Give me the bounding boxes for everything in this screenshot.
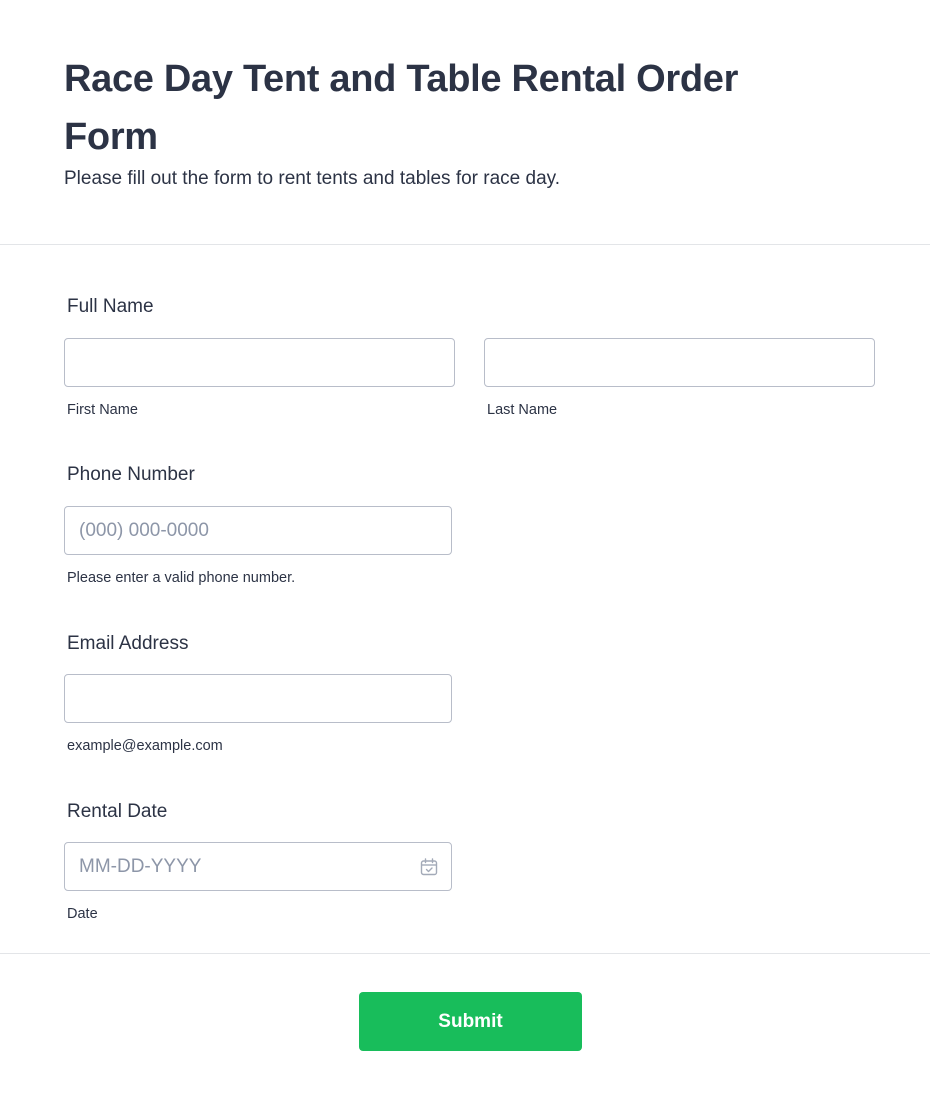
form-page: Race Day Tent and Table Rental Order For…	[0, 0, 930, 1101]
page-subtitle: Please fill out the form to rent tents a…	[64, 168, 561, 189]
full-name-label: Full Name	[67, 296, 154, 317]
submit-button[interactable]: Submit	[359, 992, 582, 1051]
phone-field-wrapper	[64, 506, 452, 555]
phone-input[interactable]	[65, 507, 451, 554]
last-name-input[interactable]	[485, 339, 874, 386]
page-title: Race Day Tent and Table Rental Order For…	[64, 58, 739, 158]
rental-date-input[interactable]	[65, 843, 451, 890]
email-label: Email Address	[67, 633, 189, 654]
form-header: Race Day Tent and Table Rental Order For…	[0, 0, 930, 245]
last-name-field-wrapper	[484, 338, 875, 387]
rental-date-label: Rental Date	[67, 801, 168, 822]
rental-date-field-wrapper	[64, 842, 452, 891]
last-name-sublabel: Last Name	[487, 402, 558, 418]
first-name-input[interactable]	[65, 339, 454, 386]
calendar-icon[interactable]	[420, 858, 438, 876]
phone-label: Phone Number	[67, 464, 195, 485]
email-sublabel: example@example.com	[67, 738, 223, 754]
email-field-wrapper	[64, 674, 452, 723]
phone-sublabel: Please enter a valid phone number.	[67, 570, 296, 586]
footer-divider	[0, 953, 930, 954]
rental-date-sublabel: Date	[67, 906, 98, 922]
first-name-field-wrapper	[64, 338, 455, 387]
first-name-sublabel: First Name	[67, 402, 138, 418]
email-input[interactable]	[65, 675, 451, 722]
